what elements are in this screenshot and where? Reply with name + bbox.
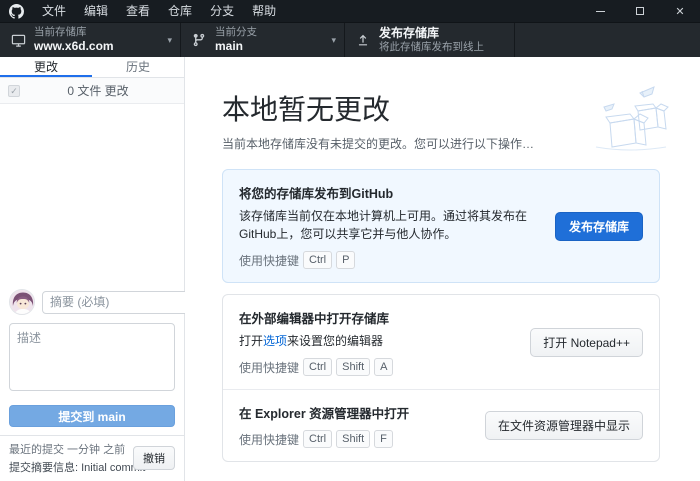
recent-commit-time: 最近的提交 一分钟 之前 — [9, 441, 133, 457]
open-notepad-button[interactable]: 打开 Notepad++ — [530, 328, 643, 357]
explorer-card-title: 在 Explorer 资源管理器中打开 — [239, 403, 471, 422]
menu-repository[interactable]: 仓库 — [159, 0, 201, 22]
publish-text: 发布存储库 将此存储库发布到线上 — [379, 26, 484, 54]
git-branch-icon — [191, 32, 207, 48]
open-actions-group: 在外部编辑器中打开存储库 打开选项来设置您的编辑器 使用快捷键 Ctrl Shi… — [222, 294, 660, 462]
show-in-explorer-button[interactable]: 在文件资源管理器中显示 — [485, 411, 643, 440]
select-all-checkbox[interactable]: ✓ — [8, 85, 20, 97]
editor-body-suffix: 来设置您的编辑器 — [287, 334, 383, 348]
menu-edit[interactable]: 编辑 — [75, 0, 117, 22]
sidebar: 更改 历史 ✓ 0 文件 更改 — [0, 57, 185, 481]
recent-commit-footer: 最近的提交 一分钟 之前 提交摘要信息: Initial commit 撤销 — [0, 435, 184, 481]
avatar — [9, 289, 35, 315]
publish-card-shortcut: 使用快捷键 Ctrl P — [239, 251, 541, 269]
shortcut-label: 使用快捷键 — [239, 252, 299, 269]
editor-body-prefix: 打开 — [239, 334, 263, 348]
toolbar-filler — [515, 23, 700, 57]
sidebar-tabs: 更改 历史 — [0, 57, 184, 78]
tab-changes[interactable]: 更改 — [0, 57, 92, 77]
suggested-actions: 将您的存储库发布到GitHub 该存储库当前仅在本地计算机上可用。通过将其发布在… — [222, 169, 660, 462]
current-branch-selector[interactable]: 当前分支 main ▾ — [181, 23, 345, 57]
menu-file[interactable]: 文件 — [33, 0, 75, 22]
explorer-card-shortcut: 使用快捷键 Ctrl Shift F — [239, 430, 471, 448]
minimize-button[interactable] — [580, 0, 620, 22]
changed-files-header: ✓ 0 文件 更改 — [0, 78, 184, 104]
window-controls: ✕ — [580, 0, 700, 22]
boxes-illustration — [582, 81, 678, 158]
open-in-editor-card: 在外部编辑器中打开存储库 打开选项来设置您的编辑器 使用快捷键 Ctrl Shi… — [223, 295, 659, 389]
recent-commit-summary: 提交摘要信息: Initial commit — [9, 459, 133, 475]
menu-help[interactable]: 帮助 — [243, 0, 285, 22]
chevron-down-icon: ▾ — [159, 35, 172, 46]
undo-commit-button[interactable]: 撤销 — [133, 446, 175, 470]
file-list-empty-area — [0, 104, 184, 281]
close-button[interactable]: ✕ — [660, 0, 700, 22]
editor-card-title: 在外部编辑器中打开存储库 — [239, 308, 516, 327]
editor-card-shortcut: 使用快捷键 Ctrl Shift A — [239, 358, 516, 376]
key-ctrl: Ctrl — [303, 430, 332, 448]
app-window: 文件 编辑 查看 仓库 分支 帮助 ✕ 当前存储库 www.x6d.com ▾ — [0, 0, 700, 481]
files-changed-count: 0 文件 更改 — [20, 82, 176, 99]
key-a: A — [374, 358, 393, 376]
repository-text: 当前存储库 www.x6d.com — [34, 26, 114, 54]
publish-subtitle: 将此存储库发布到线上 — [379, 41, 484, 54]
editor-card-body: 打开选项来设置您的编辑器 — [239, 332, 516, 350]
shortcut-label: 使用快捷键 — [239, 359, 299, 376]
commit-form: 提交到 main — [0, 281, 184, 435]
publish-card-body: 该存储库当前仅在本地计算机上可用。通过将其发布在GitHub上，您可以共享它并与… — [239, 207, 541, 243]
menu-bar: 文件 编辑 查看 仓库 分支 帮助 ✕ — [0, 0, 700, 22]
repository-label: 当前存储库 — [34, 26, 114, 39]
maximize-icon — [636, 7, 644, 15]
key-ctrl: Ctrl — [303, 358, 332, 376]
publish-card-title: 将您的存储库发布到GitHub — [239, 183, 541, 202]
toolbar: 当前存储库 www.x6d.com ▾ 当前分支 main ▾ 发布存储库 将此… — [0, 22, 700, 57]
repository-name: www.x6d.com — [34, 39, 114, 54]
key-p: P — [336, 251, 355, 269]
github-logo-icon — [9, 4, 24, 19]
key-shift: Shift — [336, 358, 370, 376]
key-shift: Shift — [336, 430, 370, 448]
key-f: F — [374, 430, 393, 448]
content: 更改 历史 ✓ 0 文件 更改 — [0, 57, 700, 481]
shortcut-label: 使用快捷键 — [239, 431, 299, 448]
commit-to-main-button[interactable]: 提交到 main — [9, 405, 175, 427]
branch-text: 当前分支 main — [215, 26, 257, 54]
minimize-icon — [596, 11, 605, 12]
monitor-icon — [10, 32, 26, 48]
key-ctrl: Ctrl — [303, 251, 332, 269]
open-in-explorer-card: 在 Explorer 资源管理器中打开 使用快捷键 Ctrl Shift F 在… — [223, 390, 659, 461]
publish-repository-toolbar-button[interactable]: 发布存储库 将此存储库发布到线上 — [345, 23, 515, 57]
main-panel: 本地暂无更改 当前本地存储库没有未提交的更改。您可以进行以下操作… 将您的存储库… — [185, 57, 700, 481]
menu-branch[interactable]: 分支 — [201, 0, 243, 22]
maximize-button[interactable] — [620, 0, 660, 22]
current-repository-selector[interactable]: 当前存储库 www.x6d.com ▾ — [0, 23, 181, 57]
publish-to-github-card: 将您的存储库发布到GitHub 该存储库当前仅在本地计算机上可用。通过将其发布在… — [222, 169, 660, 283]
branch-name: main — [215, 39, 257, 54]
branch-label: 当前分支 — [215, 26, 257, 39]
chevron-down-icon: ▾ — [323, 35, 336, 46]
publish-title: 发布存储库 — [379, 26, 484, 41]
commit-description-input[interactable] — [9, 323, 175, 391]
upload-icon — [355, 32, 371, 48]
publish-repository-button[interactable]: 发布存储库 — [555, 212, 643, 241]
tab-history[interactable]: 历史 — [92, 57, 184, 77]
options-link[interactable]: 选项 — [263, 334, 287, 348]
menu-view[interactable]: 查看 — [117, 0, 159, 22]
